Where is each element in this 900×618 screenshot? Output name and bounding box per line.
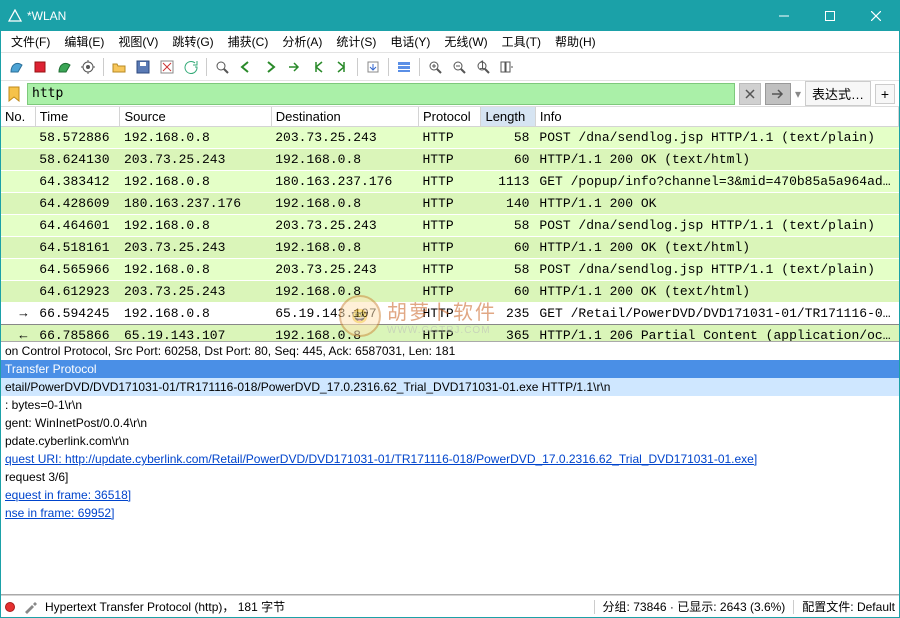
detail-line[interactable]: Transfer Protocol (1, 360, 899, 378)
menubar: 文件(F)编辑(E)视图(V)跳转(G)捕获(C)分析(A)统计(S)电话(Y)… (1, 31, 899, 53)
menu-item[interactable]: 捕获(C) (222, 31, 275, 52)
go-first-icon[interactable] (307, 56, 329, 78)
fin-icon[interactable] (5, 56, 27, 78)
menu-item[interactable]: 编辑(E) (58, 31, 110, 52)
detail-line[interactable]: etail/PowerDVD/DVD171031-01/TR171116-018… (1, 378, 899, 396)
menu-item[interactable]: 无线(W) (438, 31, 493, 52)
svg-text:1: 1 (479, 59, 486, 72)
packet-row[interactable]: 64.612923203.73.25.243192.168.0.8HTTP60H… (1, 281, 899, 303)
packet-row[interactable]: 64.565966192.168.0.8203.73.25.243HTTP58P… (1, 259, 899, 281)
toolbar: 1 (1, 53, 899, 81)
packet-row[interactable]: 64.464601192.168.0.8203.73.25.243HTTP58P… (1, 215, 899, 237)
status-profile[interactable]: 配置文件: Default (802, 598, 895, 615)
menu-item[interactable]: 电话(Y) (384, 31, 436, 52)
go-forward-icon[interactable] (259, 56, 281, 78)
reload-icon[interactable] (180, 56, 202, 78)
go-last-icon[interactable] (331, 56, 353, 78)
auto-scroll-icon[interactable] (362, 56, 384, 78)
column-header[interactable]: Protocol (418, 107, 481, 127)
column-header[interactable]: No. (1, 107, 35, 127)
detail-line[interactable]: quest URI: http://update.cyberlink.com/R… (1, 450, 899, 468)
save-icon[interactable] (132, 56, 154, 78)
app-icon (7, 8, 23, 24)
packet-row[interactable]: 58.572886192.168.0.8203.73.25.243HTTP58P… (1, 127, 899, 149)
menu-item[interactable]: 工具(T) (496, 31, 547, 52)
detail-line[interactable]: : bytes=0-1\r\n (1, 396, 899, 414)
status-bar: Hypertext Transfer Protocol (http)， 181 … (1, 595, 899, 617)
close-file-icon[interactable] (156, 56, 178, 78)
menu-item[interactable]: 文件(F) (5, 31, 56, 52)
filter-apply-button[interactable] (765, 83, 791, 105)
edit-icon[interactable] (23, 600, 37, 614)
status-main: Hypertext Transfer Protocol (http)， 181 … (45, 598, 586, 615)
goto-icon[interactable] (283, 56, 305, 78)
capture-options-icon[interactable] (77, 56, 99, 78)
detail-line[interactable]: nse in frame: 69952] (1, 504, 899, 522)
detail-line[interactable]: request 3/6] (1, 468, 899, 486)
packet-details-pane[interactable]: on Control Protocol, Src Port: 60258, Ds… (1, 342, 899, 595)
packet-row[interactable]: 64.518161203.73.25.243192.168.0.8HTTP60H… (1, 237, 899, 259)
packet-list-pane[interactable]: No.TimeSourceDestinationProtocolLengthIn… (1, 107, 899, 342)
find-icon[interactable] (211, 56, 233, 78)
bookmark-filter-icon[interactable] (5, 83, 23, 105)
add-filter-button[interactable]: + (875, 84, 895, 104)
detail-line[interactable]: gent: WinInetPost/0.0.4\r\n (1, 414, 899, 432)
menu-item[interactable]: 跳转(G) (166, 31, 219, 52)
expression-button[interactable]: 表达式… (805, 81, 871, 106)
detail-line[interactable]: on Control Protocol, Src Port: 60258, Ds… (1, 342, 899, 360)
column-header[interactable]: Source (120, 107, 271, 127)
minimize-button[interactable] (761, 1, 807, 31)
zoom-out-icon[interactable] (448, 56, 470, 78)
expert-info-icon[interactable] (5, 602, 15, 612)
menu-item[interactable]: 帮助(H) (549, 31, 602, 52)
close-button[interactable] (853, 1, 899, 31)
column-header[interactable]: Destination (271, 107, 418, 127)
filter-clear-button[interactable] (739, 83, 761, 105)
go-back-icon[interactable] (235, 56, 257, 78)
zoom-in-icon[interactable] (424, 56, 446, 78)
maximize-button[interactable] (807, 1, 853, 31)
titlebar: *WLAN (1, 1, 899, 31)
packet-row[interactable]: 64.428609180.163.237.176192.168.0.8HTTP1… (1, 193, 899, 215)
packet-row[interactable]: 64.383412192.168.0.8180.163.237.176HTTP1… (1, 171, 899, 193)
detail-line[interactable]: pdate.cyberlink.com\r\n (1, 432, 899, 450)
resize-columns-icon[interactable] (496, 56, 518, 78)
column-header[interactable]: Time (35, 107, 120, 127)
menu-item[interactable]: 视图(V) (112, 31, 164, 52)
column-header[interactable]: Info (535, 107, 898, 127)
detail-line[interactable]: equest in frame: 36518] (1, 486, 899, 504)
packet-row[interactable]: ←66.78586665.19.143.107192.168.0.8HTTP36… (1, 325, 899, 343)
menu-item[interactable]: 统计(S) (330, 31, 382, 52)
restart-icon[interactable] (53, 56, 75, 78)
zoom-reset-icon[interactable]: 1 (472, 56, 494, 78)
column-header[interactable]: Length (481, 107, 535, 127)
colorize-icon[interactable] (393, 56, 415, 78)
open-icon[interactable] (108, 56, 130, 78)
menu-item[interactable]: 分析(A) (276, 31, 328, 52)
display-filter-input[interactable] (27, 83, 735, 105)
filter-bar: ▾ 表达式… + (1, 81, 899, 107)
stop-icon[interactable] (29, 56, 51, 78)
window-title: *WLAN (23, 9, 761, 23)
status-packets: 分组: 73846 · 已显示: 2643 (3.6%) (603, 598, 786, 615)
packet-row[interactable]: →66.594245192.168.0.865.19.143.107HTTP23… (1, 303, 899, 325)
packet-row[interactable]: 58.624130203.73.25.243192.168.0.8HTTP60H… (1, 149, 899, 171)
